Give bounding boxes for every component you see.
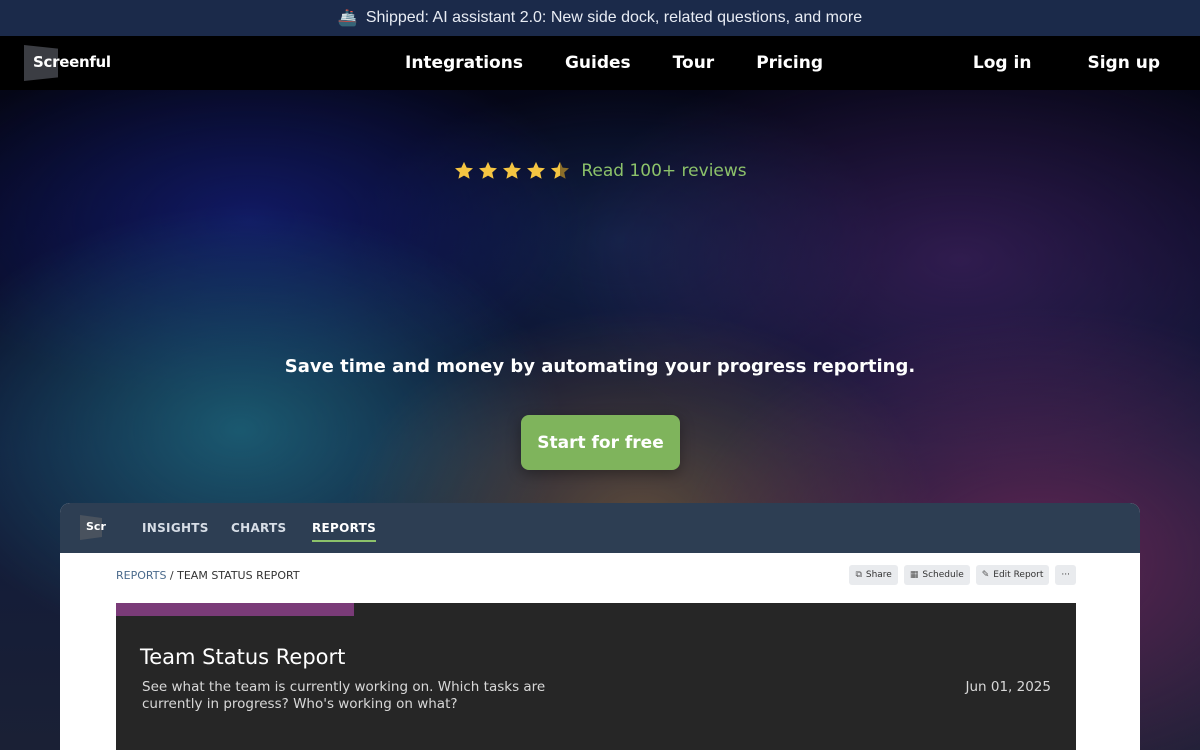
star-icon (527, 161, 546, 179)
nav-link-tour[interactable]: Tour (673, 53, 715, 73)
edit-report-button[interactable]: ✎ Edit Report (975, 565, 1050, 585)
calendar-icon: ▦ (909, 570, 919, 580)
hero-tagline: Save time and money by automating your p… (284, 356, 916, 377)
announcement-text[interactable]: Shipped: AI assistant 2.0: New side dock… (366, 9, 862, 27)
report-date: Jun 01, 2025 (965, 679, 1051, 695)
report-title: Team Status Report (140, 645, 346, 669)
half-star-icon (551, 161, 570, 179)
tab-insights[interactable]: INSIGHTS (142, 503, 209, 553)
report-actions: ⧉ Share ▦ Schedule ✎ Edit Report ··· (849, 565, 1076, 585)
app-preview-body: REPORTS / TEAM STATUS REPORT ⧉ Share ▦ S… (60, 553, 1140, 750)
app-preview: Scr INSIGHTS CHARTS REPORTS REPORTS / TE… (60, 503, 1140, 750)
breadcrumb-root[interactable]: REPORTS (116, 569, 166, 582)
breadcrumb-current: TEAM STATUS REPORT (177, 569, 300, 582)
tab-charts[interactable]: CHARTS (231, 503, 286, 553)
app-preview-topbar: Scr INSIGHTS CHARTS REPORTS (60, 503, 1140, 553)
breadcrumb-separator: / (166, 569, 178, 582)
share-icon: ⧉ (855, 570, 862, 580)
login-link[interactable]: Log in (973, 53, 1032, 73)
nav-link-guides[interactable]: Guides (565, 53, 631, 73)
ship-icon: 🚢 (337, 10, 358, 27)
signup-link[interactable]: Sign up (1087, 53, 1160, 73)
nav-links: Integrations Guides Tour Pricing (405, 36, 823, 90)
app-logo-text: Scr (86, 520, 106, 533)
share-label: Share (865, 570, 892, 580)
tab-reports[interactable]: REPORTS (312, 503, 377, 553)
star-icon (503, 161, 522, 179)
top-nav: Screenful Integrations Guides Tour Prici… (0, 36, 1200, 90)
reviews-link[interactable]: Read 100+ reviews (581, 161, 746, 181)
share-button[interactable]: ⧉ Share (849, 565, 898, 585)
more-button[interactable]: ··· (1055, 565, 1076, 585)
more-icon: ··· (1061, 570, 1070, 580)
announcement-bar[interactable]: 🚢 Shipped: AI assistant 2.0: New side do… (0, 0, 1200, 36)
star-icon (455, 161, 474, 179)
breadcrumb: REPORTS / TEAM STATUS REPORT (116, 569, 300, 582)
edit-report-label: Edit Report (993, 570, 1044, 580)
report-description: See what the team is currently working o… (142, 679, 546, 712)
rating-stars (453, 160, 571, 182)
nav-auth: Log in Sign up (973, 36, 1160, 90)
star-icon (479, 161, 498, 179)
report-card: Team Status Report See what the team is … (116, 603, 1076, 750)
nav-link-pricing[interactable]: Pricing (756, 53, 823, 73)
edit-icon: ✎ (981, 570, 990, 580)
schedule-label: Schedule (922, 570, 964, 580)
screenful-logo[interactable]: Screenful (24, 45, 111, 81)
report-accent-bar (116, 603, 354, 616)
nav-link-integrations[interactable]: Integrations (405, 53, 523, 73)
start-free-button[interactable]: Start for free (521, 415, 680, 470)
reviews-row: Read 100+ reviews (0, 158, 1200, 184)
schedule-button[interactable]: ▦ Schedule (903, 565, 970, 585)
logo-text: Screenful (33, 53, 111, 71)
